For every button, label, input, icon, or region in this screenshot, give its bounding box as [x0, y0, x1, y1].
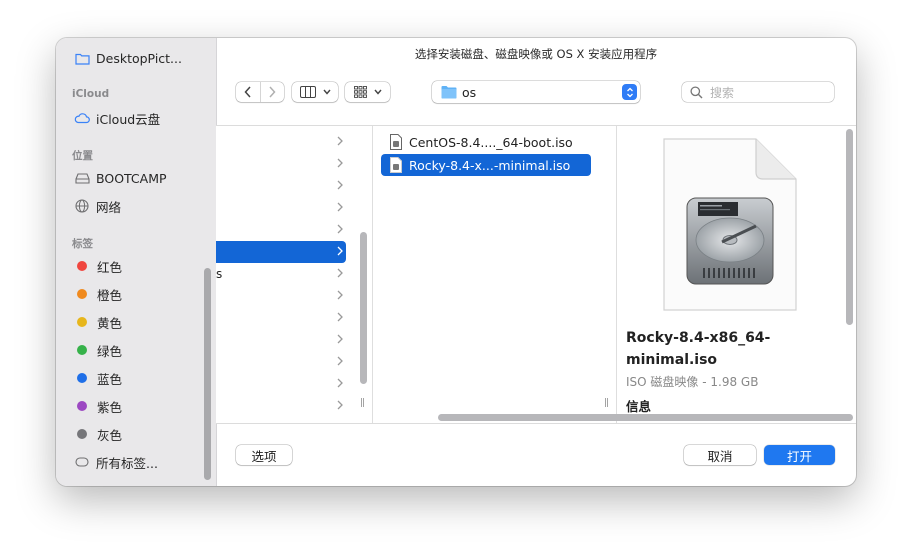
chevron-right-icon — [337, 202, 343, 212]
chevron-right-icon — [337, 136, 343, 146]
column-scrollbar[interactable] — [360, 232, 367, 384]
column-browser: s || CentOS-8.4...._64-boot.iso Rocky-8.… — [216, 125, 856, 424]
selected-folder-row[interactable] — [216, 241, 346, 263]
search-placeholder: 搜索 — [710, 86, 735, 100]
sidebar: DesktopPict... iCloud iCloud云盘 位置 BOOTCA… — [56, 38, 217, 486]
column-resize-handle[interactable]: || — [360, 398, 365, 408]
open-file-dialog: DesktopPict... iCloud iCloud云盘 位置 BOOTCA… — [56, 38, 856, 486]
folder-row-label-partial: s — [216, 267, 223, 281]
columns-view-icon — [299, 86, 316, 98]
chevron-down-icon — [322, 89, 331, 95]
sidebar-heading-tags: 标签 — [72, 238, 93, 250]
chevron-right-icon — [337, 378, 343, 388]
sidebar-item-label: 网络 — [96, 199, 122, 215]
sidebar-heading-locations: 位置 — [72, 150, 93, 162]
sidebar-item-label: 所有标签... — [96, 455, 158, 471]
disk-image-file-icon — [390, 157, 402, 173]
sidebar-all-tags[interactable]: 所有标签... — [74, 451, 158, 473]
sidebar-tag-purple[interactable]: 紫色 — [74, 395, 122, 417]
chevron-right-icon — [337, 334, 343, 344]
sidebar-tag-red[interactable]: 红色 — [74, 255, 122, 277]
forward-button[interactable] — [259, 82, 285, 102]
drive-icon — [74, 170, 90, 186]
sidebar-item-label: BOOTCAMP — [96, 170, 167, 186]
tag-dot-icon — [77, 345, 87, 355]
open-button[interactable]: 打开 — [764, 445, 835, 465]
chevron-right-icon — [337, 224, 343, 234]
view-columns-button[interactable] — [292, 82, 338, 102]
chevron-right-icon — [337, 400, 343, 410]
cancel-button[interactable]: 取消 — [684, 445, 756, 465]
location-popup[interactable]: os — [432, 81, 640, 103]
tag-dot-icon — [77, 261, 87, 271]
preview-file-name: Rocky-8.4-x86_64-minimal.iso — [626, 330, 771, 368]
chevron-right-icon — [337, 158, 343, 168]
sidebar-item-label: 灰色 — [97, 427, 123, 443]
sidebar-tag-blue[interactable]: 蓝色 — [74, 367, 122, 389]
horizontal-scrollbar[interactable] — [438, 414, 853, 421]
chevron-right-icon — [337, 312, 343, 322]
disk-image-file-icon — [390, 134, 402, 150]
tag-outline-icon — [74, 454, 90, 470]
sidebar-item-icloud-drive[interactable]: iCloud云盘 — [74, 107, 160, 129]
preview-pane: Rocky-8.4-x86_64-minimal.iso ISO 磁盘映像 - … — [617, 126, 856, 423]
tag-dot-icon — [77, 317, 87, 327]
chevron-right-icon — [337, 268, 343, 278]
file-row-rocky[interactable]: Rocky-8.4-x...-minimal.iso — [381, 154, 591, 176]
browser-column-files: CentOS-8.4...._64-boot.iso Rocky-8.4-x..… — [373, 126, 617, 423]
sidebar-tag-gray[interactable]: 灰色 — [74, 423, 122, 445]
disk-image-document-icon — [663, 138, 797, 311]
tag-dot-icon — [77, 373, 87, 383]
sidebar-heading-icloud: iCloud — [72, 88, 110, 100]
sidebar-item-network[interactable]: 网络 — [74, 195, 121, 217]
globe-icon — [74, 198, 90, 214]
sidebar-tag-yellow[interactable]: 黄色 — [74, 311, 122, 333]
file-name: Rocky-8.4-x...-minimal.iso — [409, 157, 571, 173]
sidebar-item-label: iCloud云盘 — [96, 111, 161, 127]
chevron-left-icon — [244, 86, 251, 98]
options-button[interactable]: 选项 — [236, 445, 292, 465]
cloud-icon — [74, 110, 90, 126]
chevron-right-icon — [337, 290, 343, 300]
sidebar-tag-green[interactable]: 绿色 — [74, 339, 122, 361]
browser-column-parent: s || — [216, 126, 373, 423]
tag-dot-icon — [77, 401, 87, 411]
search-icon — [690, 86, 703, 99]
chevron-right-icon — [269, 86, 276, 98]
sidebar-item-label: 绿色 — [97, 343, 123, 359]
preview-info-heading: 信息 — [626, 399, 652, 414]
search-field[interactable]: 搜索 — [682, 82, 834, 102]
sidebar-item-label: DesktopPict... — [96, 50, 182, 66]
file-name: CentOS-8.4...._64-boot.iso — [409, 134, 573, 150]
chevron-right-icon — [337, 356, 343, 366]
sidebar-item-label: 橙色 — [97, 287, 123, 303]
back-button[interactable] — [236, 82, 260, 102]
sidebar-tag-orange[interactable]: 橙色 — [74, 283, 122, 305]
dialog-title: 选择安装磁盘、磁盘映像或 OS X 安装应用程序 — [414, 47, 658, 61]
location-label: os — [462, 85, 477, 100]
sidebar-item-bootcamp[interactable]: BOOTCAMP — [74, 167, 167, 189]
column-resize-handle[interactable]: || — [604, 398, 609, 408]
tag-dot-icon — [77, 289, 87, 299]
file-row-centos[interactable]: CentOS-8.4...._64-boot.iso — [381, 131, 591, 153]
preview-scrollbar[interactable] — [846, 129, 853, 325]
chevron-right-icon — [337, 246, 343, 256]
sidebar-scrollbar[interactable] — [204, 268, 211, 480]
popup-stepper-icon — [622, 84, 637, 100]
folder-icon — [74, 50, 90, 66]
group-by-button[interactable] — [345, 82, 390, 102]
chevron-down-icon — [373, 89, 382, 95]
sidebar-item-desktoppict[interactable]: DesktopPict... — [74, 47, 182, 69]
sidebar-item-label: 黄色 — [97, 315, 123, 331]
folder-icon — [441, 86, 457, 99]
sidebar-item-label: 红色 — [97, 259, 123, 275]
sidebar-item-label: 紫色 — [97, 399, 123, 415]
chevron-right-icon — [337, 180, 343, 190]
sidebar-item-label: 蓝色 — [97, 371, 123, 387]
preview-file-kind: ISO 磁盘映像 - 1.98 GB — [626, 375, 759, 389]
tag-dot-icon — [77, 429, 87, 439]
grid-group-icon — [353, 86, 367, 98]
nav-buttons — [236, 82, 284, 102]
